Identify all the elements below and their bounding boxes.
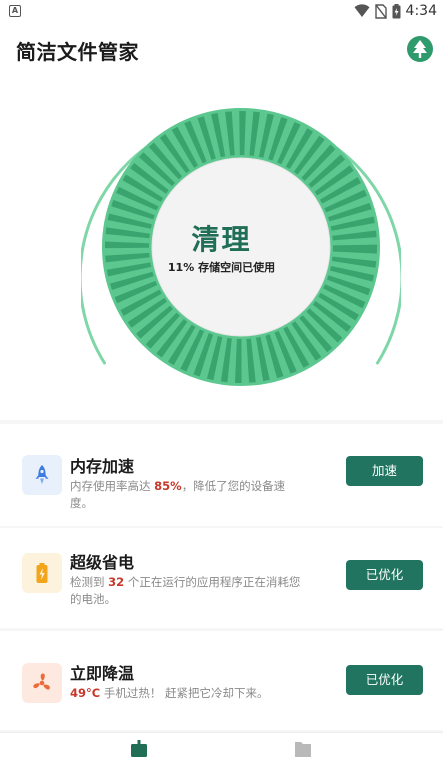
bottom-nav [0, 732, 443, 757]
battery-charging-icon [392, 3, 401, 18]
card-description: 检测到 32 个正在运行的应用程序正在消耗您的电池。 [70, 574, 306, 608]
tree-button[interactable] [407, 36, 433, 62]
desc-text: 手机过热！ 赶紧把它冷却下来。 [100, 686, 269, 700]
wifi-icon [354, 4, 370, 18]
card-description: 内存使用率高达 85%，降低了您的设备速度。 [70, 478, 306, 512]
app-title: 简洁文件管家 [16, 40, 139, 64]
notification-a-icon: A [9, 5, 21, 17]
status-bar: A 4:34 [0, 0, 443, 22]
storage-usage-text: 11% 存储空间已使用 [0, 259, 443, 275]
card-title: 超级省电 [70, 553, 135, 572]
desc-highlight: 85% [154, 479, 182, 493]
tree-icon [413, 40, 427, 58]
card-cool-down: 立即降温 49°C 手机过热！ 赶紧把它冷却下来。 已优化 [0, 631, 443, 730]
rocket-icon [35, 465, 49, 484]
card-title: 内存加速 [70, 457, 135, 476]
status-time: 4:34 [405, 3, 437, 19]
rocket-icon-box [22, 455, 62, 495]
clean-hero: 清理 11% 存储空间已使用 [0, 78, 443, 420]
fan-icon [33, 673, 50, 690]
card-power-saving: 超级省电 检测到 32 个正在运行的应用程序正在消耗您的电池。 已优化 [0, 528, 443, 628]
desc-text: 内存使用率高达 [70, 479, 155, 493]
battery-icon [36, 563, 48, 583]
clean-label[interactable]: 清理 [0, 218, 443, 258]
card-memory-boost: 内存加速 内存使用率高达 85%，降低了您的设备速度。 加速 [0, 424, 443, 526]
card-title: 立即降温 [70, 664, 135, 683]
fan-icon-box [22, 663, 62, 703]
status-icons: 4:34 [354, 2, 437, 20]
optimized-button[interactable]: 已优化 [346, 665, 423, 695]
optimized-button[interactable]: 已优化 [346, 560, 423, 590]
desc-highlight: 49°C [70, 686, 101, 700]
card-description: 49°C 手机过热！ 赶紧把它冷却下来。 [70, 685, 306, 702]
battery-icon-box [22, 553, 62, 593]
boost-button[interactable]: 加速 [346, 456, 423, 486]
app-bar: 简洁文件管家 [0, 22, 443, 78]
desc-text: 检测到 [70, 575, 109, 589]
no-sim-icon [374, 3, 387, 19]
home-icon[interactable] [130, 739, 148, 757]
file-icon[interactable] [294, 739, 312, 757]
storage-usage-percent: 11% [167, 261, 195, 274]
storage-usage-label: 存储空间已使用 [198, 261, 276, 274]
desc-highlight: 32 [108, 575, 125, 589]
